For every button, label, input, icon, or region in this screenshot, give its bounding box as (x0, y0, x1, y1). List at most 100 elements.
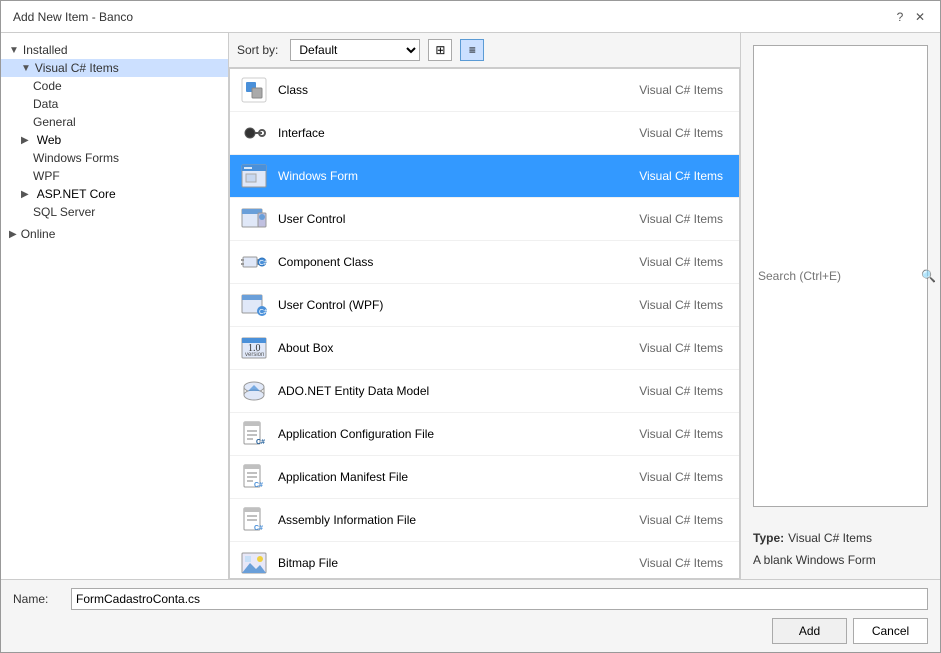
tree-item-wpf[interactable]: WPF (1, 167, 228, 185)
list-item[interactable]: User Control Visual C# Items (230, 198, 739, 241)
item-name-assembly-info: Assembly Information File (278, 513, 639, 527)
type-value: Visual C# Items (788, 531, 872, 545)
item-name-class: Class (278, 83, 639, 97)
online-arrow: ▶ (9, 229, 17, 240)
item-icon-user-control (238, 203, 270, 235)
item-category-class: Visual C# Items (639, 83, 723, 97)
item-icon-component-class: C# (238, 246, 270, 278)
aspnet-arrow: ▶ (21, 189, 29, 200)
svg-text:C#: C# (254, 482, 263, 489)
list-item[interactable]: C# Application Manifest File Visual C# I… (230, 456, 739, 499)
list-item[interactable]: Class Visual C# Items (230, 69, 739, 112)
item-category-app-config: Visual C# Items (639, 427, 723, 441)
online-section[interactable]: ▶ Online (1, 225, 228, 243)
item-name-component-class: Component Class (278, 255, 639, 269)
search-icon: 🔍 (917, 269, 940, 283)
svg-text:C#: C# (254, 525, 263, 532)
item-icon-ado-entity (238, 375, 270, 407)
sort-label: Sort by: (237, 43, 278, 57)
name-row: Name: (13, 588, 928, 610)
tree-item-visual-csharp[interactable]: ▼ Visual C# Items (1, 59, 228, 77)
bottom-area: Name: Add Cancel (1, 579, 940, 652)
item-name-about-box: About Box (278, 341, 639, 355)
list-item[interactable]: Windows Form Visual C# Items (230, 155, 739, 198)
item-icon-assembly-info: C# (238, 504, 270, 536)
svg-text:C#: C# (259, 260, 268, 267)
item-category-interface: Visual C# Items (639, 126, 723, 140)
type-description: A blank Windows Form (753, 553, 928, 567)
item-icon-interface (238, 117, 270, 149)
name-label: Name: (13, 592, 63, 606)
type-label: Type: (753, 531, 784, 545)
view-icons-button[interactable]: ⊞ (428, 39, 452, 61)
item-icon-class (238, 74, 270, 106)
list-item[interactable]: C# Component Class Visual C# Items (230, 241, 739, 284)
item-name-app-manifest: Application Manifest File (278, 470, 639, 484)
cancel-button[interactable]: Cancel (853, 618, 928, 644)
item-category-assembly-info: Visual C# Items (639, 513, 723, 527)
title-bar: Add New Item - Banco ? ✕ (1, 1, 940, 33)
dialog-container: Add New Item - Banco ? ✕ ▼ Installed ▼ V… (0, 0, 941, 653)
installed-label: Installed (23, 43, 68, 57)
item-category-about-box: Visual C# Items (639, 341, 723, 355)
toolbar: Sort by: Default ⊞ ≡ (229, 33, 740, 68)
add-button[interactable]: Add (772, 618, 847, 644)
search-box: 🔍 (753, 45, 928, 507)
item-category-app-manifest: Visual C# Items (639, 470, 723, 484)
svg-text:C#: C# (256, 439, 265, 446)
item-name-user-control-wpf: User Control (WPF) (278, 298, 639, 312)
right-panel: 🔍 Type: Visual C# Items A blank Windows … (740, 33, 940, 579)
online-label: Online (21, 227, 56, 241)
visual-csharp-arrow: ▼ (21, 63, 31, 74)
item-icon-about-box: 1.0version (238, 332, 270, 364)
close-button[interactable]: ✕ (912, 9, 928, 25)
tree-item-data[interactable]: Data (1, 95, 228, 113)
item-category-component-class: Visual C# Items (639, 255, 723, 269)
item-category-user-control: Visual C# Items (639, 212, 723, 226)
installed-section[interactable]: ▼ Installed (1, 41, 228, 59)
item-name-app-config: Application Configuration File (278, 427, 639, 441)
item-name-ado-entity: ADO.NET Entity Data Model (278, 384, 639, 398)
tree-item-code[interactable]: Code (1, 77, 228, 95)
title-bar-buttons: ? ✕ (892, 9, 928, 25)
content-area: ▼ Installed ▼ Visual C# Items Code Data … (1, 33, 940, 579)
list-item[interactable]: 1.0version About Box Visual C# Items (230, 327, 739, 370)
name-input[interactable] (71, 588, 928, 610)
tree-item-aspnet-core[interactable]: ▶ ASP.NET Core (1, 185, 228, 203)
list-item[interactable]: ADO.NET Entity Data Model Visual C# Item… (230, 370, 739, 413)
list-item[interactable]: C# User Control (WPF) Visual C# Items (230, 284, 739, 327)
view-list-button[interactable]: ≡ (460, 39, 484, 61)
item-category-user-control-wpf: Visual C# Items (639, 298, 723, 312)
web-arrow: ▶ (21, 135, 29, 146)
list-item[interactable]: C# Assembly Information File Visual C# I… (230, 499, 739, 542)
left-panel: ▼ Installed ▼ Visual C# Items Code Data … (1, 33, 229, 579)
item-name-user-control: User Control (278, 212, 639, 226)
item-icon-app-config: C# (238, 418, 270, 450)
list-item[interactable]: Bitmap File Visual C# Items (230, 542, 739, 579)
web-label: Web (37, 133, 61, 147)
visual-csharp-label: Visual C# Items (35, 61, 119, 75)
svg-text:version: version (245, 352, 264, 358)
item-category-bitmap: Visual C# Items (639, 556, 723, 570)
tree-item-sql-server[interactable]: SQL Server (1, 203, 228, 221)
tree-item-web[interactable]: ▶ Web (1, 131, 228, 149)
sort-select[interactable]: Default (290, 39, 420, 61)
list-item[interactable]: C# Application Configuration File Visual… (230, 413, 739, 456)
search-input[interactable] (754, 46, 917, 506)
list-item[interactable]: Interface Visual C# Items (230, 112, 739, 155)
item-category-windows-form: Visual C# Items (639, 169, 723, 183)
item-name-windows-form: Windows Form (278, 169, 639, 183)
item-icon-app-manifest: C# (238, 461, 270, 493)
main-panel: Sort by: Default ⊞ ≡ Class Visual C# Ite… (229, 33, 740, 579)
help-button[interactable]: ? (892, 9, 908, 25)
tree-item-general[interactable]: General (1, 113, 228, 131)
item-icon-user-control-wpf: C# (238, 289, 270, 321)
button-row: Add Cancel (13, 618, 928, 644)
aspnet-label: ASP.NET Core (37, 187, 116, 201)
dialog-title: Add New Item - Banco (13, 10, 133, 24)
item-name-interface: Interface (278, 126, 639, 140)
svg-text:C#: C# (259, 309, 268, 316)
item-list[interactable]: Class Visual C# Items Interface Visual C… (229, 68, 740, 579)
item-name-bitmap: Bitmap File (278, 556, 639, 570)
tree-item-windows-forms[interactable]: Windows Forms (1, 149, 228, 167)
